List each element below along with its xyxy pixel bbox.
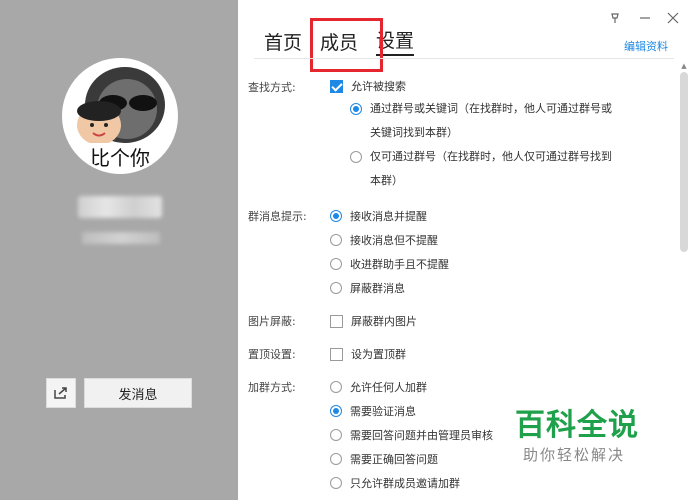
allow-search-label: 允许被搜索 xyxy=(351,80,406,93)
search-by-number-line2: 本群） xyxy=(370,174,403,187)
join-option[interactable]: 需要回答问题并由管理员审核 xyxy=(330,427,493,443)
notify-radio[interactable] xyxy=(330,258,342,270)
tab-home[interactable]: 首页 xyxy=(264,30,302,56)
search-by-keyword-radio[interactable] xyxy=(350,103,362,115)
join-radio[interactable] xyxy=(330,453,342,465)
search-by-keyword-line1: 通过群号或关键词（在找群时，他人可通过群号或 xyxy=(370,102,612,115)
notify-option[interactable]: 接收消息但不提醒 xyxy=(330,232,438,248)
join-option[interactable]: 需要验证消息 xyxy=(330,403,416,419)
group-number-blurred xyxy=(82,232,160,244)
close-icon[interactable] xyxy=(664,10,682,26)
allow-search-checkbox[interactable] xyxy=(330,79,343,93)
image-block-option-label: 屏蔽群内图片 xyxy=(351,315,417,328)
search-by-number-radio[interactable] xyxy=(350,151,362,163)
join-option[interactable]: 需要正确回答问题 xyxy=(330,451,438,467)
scrollbar[interactable]: ▲ xyxy=(680,62,688,498)
pin-top-option[interactable]: 设为置顶群 xyxy=(330,346,406,362)
scroll-up-icon[interactable]: ▲ xyxy=(680,62,688,70)
notify-option[interactable]: 接收消息并提醒 xyxy=(330,208,427,224)
join-method-label: 加群方式: xyxy=(248,381,296,394)
image-block-label: 图片屏蔽: xyxy=(248,315,296,328)
image-block-checkbox[interactable] xyxy=(330,314,343,328)
avatar-caption: 比个你 xyxy=(90,146,150,170)
watermark-subtitle: 助你轻松解决 xyxy=(523,446,626,464)
group-profile-sidebar: 比个你 发消息 xyxy=(0,0,238,500)
search-by-keyword-option[interactable] xyxy=(350,103,362,115)
notify-option-label: 接收消息并提醒 xyxy=(350,210,427,223)
watermark: 百科全说 助你轻松解决 xyxy=(515,408,645,465)
notify-option-label: 屏蔽群消息 xyxy=(350,282,405,295)
share-icon xyxy=(54,387,67,399)
join-radio[interactable] xyxy=(330,429,342,441)
notify-option[interactable]: 收进群助手且不提醒 xyxy=(330,256,449,272)
minimize-icon[interactable] xyxy=(636,10,654,26)
join-option-label: 需要验证消息 xyxy=(350,405,416,418)
notify-radio[interactable] xyxy=(330,210,342,222)
join-radio[interactable] xyxy=(330,477,342,489)
search-by-keyword-line2: 关键词找到本群） xyxy=(370,126,458,139)
send-message-button[interactable]: 发消息 xyxy=(84,378,192,408)
search-method-label: 查找方式: xyxy=(248,81,296,94)
notify-option-label: 收进群助手且不提醒 xyxy=(350,258,449,271)
pin-icon[interactable] xyxy=(606,10,624,26)
join-option[interactable]: 只允许群成员邀请加群 xyxy=(330,475,460,491)
pin-top-checkbox[interactable] xyxy=(330,347,343,361)
pin-top-label: 置顶设置: xyxy=(248,348,296,361)
watermark-title: 百科全说 xyxy=(515,408,639,443)
members-tab-highlight-box xyxy=(310,18,383,72)
edit-profile-link[interactable]: 编辑资料 xyxy=(624,38,668,54)
search-by-number-text: 仅可通过群号（在找群时，他人仅可通过群号找到 本群） xyxy=(370,145,640,193)
search-by-keyword-text: 通过群号或关键词（在找群时，他人可通过群号或 关键词找到本群） xyxy=(370,97,640,145)
group-name-blurred xyxy=(78,196,162,218)
allow-search-option[interactable]: 允许被搜索 xyxy=(330,78,406,94)
join-option-label: 允许任何人加群 xyxy=(350,381,427,394)
join-radio[interactable] xyxy=(330,381,342,393)
scroll-thumb[interactable] xyxy=(680,72,688,252)
image-block-option[interactable]: 屏蔽群内图片 xyxy=(330,313,417,329)
search-by-number-line1: 仅可通过群号（在找群时，他人仅可通过群号找到 xyxy=(370,150,612,163)
join-option-label: 需要回答问题并由管理员审核 xyxy=(350,429,493,442)
meme-avatar-image: 比个你 xyxy=(65,61,175,171)
pin-top-option-label: 设为置顶群 xyxy=(351,348,406,361)
join-option-label: 需要正确回答问题 xyxy=(350,453,438,466)
notify-radio[interactable] xyxy=(330,234,342,246)
tab-divider xyxy=(254,58,674,59)
group-avatar[interactable]: 比个你 xyxy=(62,58,178,174)
notify-option[interactable]: 屏蔽群消息 xyxy=(330,280,405,296)
message-notify-label: 群消息提示: xyxy=(248,210,307,223)
share-button[interactable] xyxy=(46,378,76,408)
search-by-number-option[interactable] xyxy=(350,151,362,163)
join-radio[interactable] xyxy=(330,405,342,417)
notify-radio[interactable] xyxy=(330,282,342,294)
notify-option-label: 接收消息但不提醒 xyxy=(350,234,438,247)
join-option-label: 只允许群成员邀请加群 xyxy=(350,477,460,490)
join-option[interactable]: 允许任何人加群 xyxy=(330,379,427,395)
